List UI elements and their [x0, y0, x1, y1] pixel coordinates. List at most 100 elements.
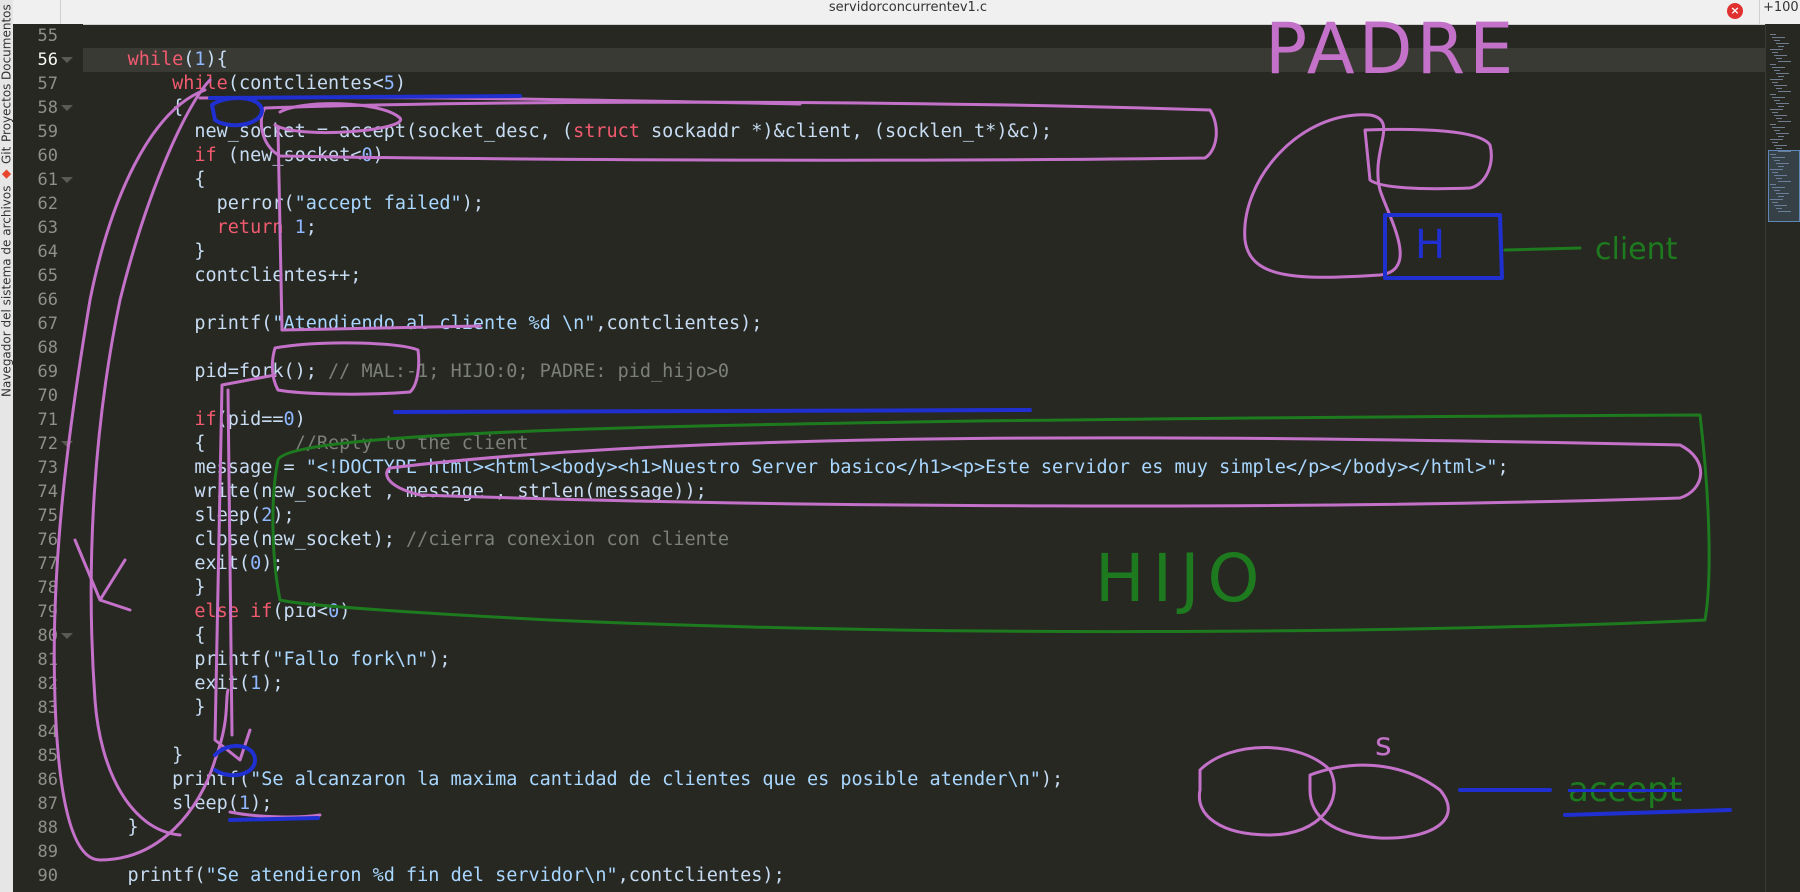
side-panel-tab-labels[interactable]: Navegador del sistema de archivos ◆ Git …	[0, 0, 14, 892]
code-token: 2	[261, 505, 273, 526]
code-token: write(new_socket , message , strlen(mess…	[83, 481, 707, 502]
code-line[interactable]: while(contclientes<5)	[83, 72, 406, 96]
code-line[interactable]: }	[83, 576, 205, 600]
code-token: (new_socket<	[216, 145, 362, 166]
minimap-line	[1772, 67, 1785, 68]
minimap-line	[1776, 73, 1789, 74]
code-line[interactable]: message = "<!DOCTYPE html><html><body><h…	[83, 456, 1508, 480]
minimap-line	[1778, 106, 1784, 107]
code-token: (	[183, 49, 195, 70]
fold-arrow-icon[interactable]	[61, 57, 73, 63]
code-token: printf(	[83, 649, 273, 670]
tab-git[interactable]: Git	[0, 146, 14, 163]
code-line[interactable]: sleep(1);	[83, 792, 272, 816]
tab-file-browser[interactable]: Navegador del sistema de archivos	[0, 186, 14, 398]
code-line[interactable]: while(1){	[83, 48, 228, 72]
side-panel-tabs[interactable]: Navegador del sistema de archivos ◆ Git …	[0, 0, 14, 892]
minimap-line	[1776, 133, 1789, 134]
minimap-line	[1770, 124, 1776, 125]
fold-arrow-icon[interactable]	[61, 633, 73, 639]
close-tab-icon[interactable]: ×	[1727, 3, 1743, 19]
code-line[interactable]: else if(pid<0)	[83, 600, 350, 624]
line-number: 64	[37, 242, 58, 262]
pink-parent-circle	[1243, 113, 1402, 279]
line-number: 80	[37, 626, 58, 646]
code-line[interactable]: close(new_socket); //cierra conexion con…	[83, 528, 729, 552]
file-tab-title[interactable]: servidorconcurrentev1.c	[13, 0, 1800, 22]
minimap-line	[1774, 55, 1787, 56]
code-line[interactable]: contclientes++;	[83, 264, 361, 288]
code-line[interactable]: {	[83, 96, 183, 120]
code-token: );	[250, 793, 273, 814]
code-line[interactable]: new_socket = accept(socket_desc, (struct…	[83, 120, 1052, 144]
code-line[interactable]: {	[83, 624, 205, 648]
minimap-viewport[interactable]	[1768, 150, 1800, 222]
line-number: 69	[37, 362, 58, 382]
minimap-line	[1778, 136, 1784, 137]
code-token: ){	[205, 49, 228, 70]
code-token: "<!DOCTYPE html><html><body><h1>Nuestro …	[305, 457, 1498, 478]
tab-documents[interactable]: Documentos	[0, 4, 14, 80]
line-number: 72	[37, 434, 58, 454]
code-line[interactable]: write(new_socket , message , strlen(mess…	[83, 480, 707, 504]
code-line[interactable]: exit(1);	[83, 672, 283, 696]
code-line[interactable]: }	[83, 696, 206, 720]
code-line[interactable]: }	[83, 240, 205, 264]
line-number: 78	[37, 578, 58, 598]
minimap-line	[1772, 37, 1785, 38]
code-token: 0	[328, 601, 340, 622]
code-line[interactable]: printf("Fallo fork\n");	[83, 648, 450, 672]
code-token: }	[83, 697, 206, 718]
line-number: 67	[37, 314, 58, 334]
code-line[interactable]: {	[83, 168, 205, 192]
minimap-line	[1772, 82, 1778, 83]
code-token: printf(	[83, 769, 251, 790]
fold-arrow-icon[interactable]	[61, 177, 73, 183]
code-line[interactable]: printf("Se atendieron %d fin del servido…	[83, 864, 785, 888]
annotation-h: H	[1415, 222, 1446, 268]
current-line-highlight	[83, 48, 1765, 72]
code-line[interactable]: printf("Atendiendo al cliente %d \n",con…	[83, 312, 762, 336]
tab-divider	[1759, 0, 1760, 24]
code-token: if	[194, 145, 217, 166]
code-line[interactable]: perror("accept failed");	[83, 192, 484, 216]
code-line[interactable]: { //Reply to the client	[83, 432, 528, 456]
minimap-line	[1770, 49, 1783, 50]
code-token: printf(	[83, 865, 206, 886]
code-line[interactable]: if (new_socket<0)	[83, 144, 383, 168]
code-token: sockaddr *)&client, (socklen_t*)&c);	[639, 121, 1053, 142]
code-line[interactable]: return 1;	[83, 216, 317, 240]
blue-while-underline	[208, 94, 522, 100]
minimap-line	[1774, 85, 1787, 86]
code-line[interactable]: }	[83, 816, 139, 840]
code-line[interactable]: pid=fork(); // MAL:-1; HIJO:0; PADRE: pi…	[83, 360, 729, 384]
line-number: 65	[37, 266, 58, 286]
code-token: "Se alcanzaron la maxima cantidad de cli…	[250, 769, 1041, 790]
code-line[interactable]: sleep(2);	[83, 504, 294, 528]
fold-arrow-icon[interactable]	[61, 105, 73, 111]
code-token: }	[83, 817, 139, 838]
code-token: );	[461, 193, 484, 214]
green-client-line	[1503, 246, 1582, 252]
zoom-level[interactable]: +100	[1763, 0, 1799, 22]
code-token: while	[127, 49, 184, 70]
code-token: 0	[250, 553, 262, 574]
code-token: 1	[194, 49, 206, 70]
line-number: 62	[37, 194, 58, 214]
code-token: printf(	[83, 313, 273, 334]
code-line[interactable]: exit(0);	[83, 552, 283, 576]
code-token: else	[194, 601, 239, 622]
fold-arrow-icon[interactable]	[61, 441, 73, 447]
code-token: 0	[283, 409, 295, 430]
tab-projects[interactable]: Proyectos	[0, 84, 14, 142]
code-token: new_socket = accept(socket_desc, (	[83, 121, 574, 142]
code-line[interactable]: if(pid==0)	[83, 408, 305, 432]
line-number: 84	[37, 722, 58, 742]
code-token: exit(	[83, 553, 251, 574]
minimap-line	[1774, 145, 1787, 146]
line-number: 87	[37, 794, 58, 814]
code-line[interactable]: }	[83, 744, 183, 768]
code-line[interactable]: printf("Se alcanzaron la maxima cantidad…	[83, 768, 1063, 792]
